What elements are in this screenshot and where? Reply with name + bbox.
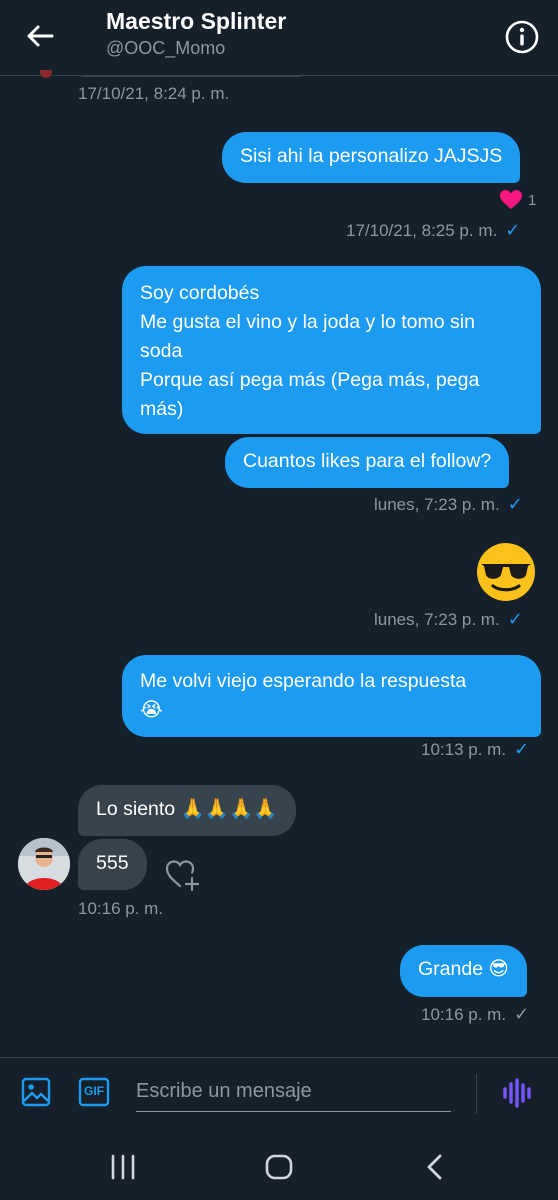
message-timestamp: 10:16 p. m. bbox=[78, 899, 164, 918]
soundwave-icon bbox=[503, 1078, 531, 1108]
add-image-button[interactable] bbox=[20, 1076, 52, 1108]
checkmark-icon: ✓ bbox=[507, 494, 523, 514]
avatar-image bbox=[18, 838, 70, 890]
outgoing-message[interactable]: Soy cordobés Me gusta el vino y la joda … bbox=[122, 266, 541, 434]
message-input[interactable] bbox=[136, 1072, 451, 1112]
message-line: Me gusta el vino y la joda y lo tomo sin bbox=[140, 311, 475, 333]
incoming-message[interactable]: Lo siento 🙏🙏🙏🙏 bbox=[78, 785, 296, 836]
emoji-message[interactable] bbox=[476, 542, 536, 602]
message-line: Me volvi viejo esperando la respuesta bbox=[140, 670, 467, 692]
system-navigation-bar bbox=[0, 1127, 558, 1200]
system-back-button[interactable] bbox=[422, 1153, 448, 1181]
reaction-count: 1 bbox=[528, 191, 537, 209]
voice-message-button[interactable] bbox=[500, 1076, 534, 1110]
outgoing-message[interactable]: Cuantos likes para el follow? bbox=[225, 437, 510, 488]
message-text: Sisi ahi la personalizo JAJSJS bbox=[240, 145, 503, 167]
back-button[interactable] bbox=[20, 18, 60, 54]
conversation-handle: @OOC_Momo bbox=[106, 38, 226, 58]
divider bbox=[476, 1074, 477, 1114]
checkmark-icon: ✓ bbox=[507, 609, 523, 629]
add-reaction-button[interactable] bbox=[164, 856, 202, 892]
heart-plus-icon bbox=[165, 860, 200, 892]
message-line: 😭 bbox=[140, 699, 163, 721]
incoming-message[interactable]: 555 bbox=[78, 839, 147, 890]
message-timestamp: 10:13 p. m. bbox=[421, 740, 507, 759]
message-line: Soy cordobés bbox=[140, 282, 260, 304]
message-timestamp: lunes, 7:23 p. m. bbox=[374, 495, 500, 514]
outgoing-message[interactable]: Sisi ahi la personalizo JAJSJS bbox=[222, 132, 521, 183]
image-icon bbox=[21, 1077, 51, 1107]
heart-reaction[interactable]: 1 bbox=[500, 190, 536, 210]
outgoing-message[interactable]: Grande 😎 bbox=[400, 945, 527, 997]
partial-avatar bbox=[40, 70, 52, 78]
recent-apps-button[interactable] bbox=[108, 1154, 138, 1180]
message-timestamp: 17/10/21, 8:25 p. m. bbox=[346, 221, 498, 240]
message-text: Cuantos likes para el follow? bbox=[243, 450, 492, 472]
add-gif-button[interactable]: GIF bbox=[78, 1076, 110, 1108]
recent-apps-icon bbox=[111, 1154, 135, 1180]
message-composer: GIF bbox=[0, 1057, 558, 1127]
checkmark-icon: ✓ bbox=[505, 220, 521, 240]
home-button[interactable] bbox=[264, 1153, 294, 1181]
message-text: Grande 😎 bbox=[418, 958, 509, 980]
avatar[interactable] bbox=[18, 838, 70, 890]
conversation-header: Maestro Splinter @OOC_Momo bbox=[0, 0, 558, 76]
message-text: Lo siento 🙏🙏🙏🙏 bbox=[96, 798, 278, 820]
checkmark-icon: ✓ bbox=[514, 739, 530, 759]
message-timestamp: 17/10/21, 8:24 p. m. bbox=[78, 84, 230, 103]
message-timestamp-row: lunes, 7:23 p. m. ✓ bbox=[374, 609, 523, 630]
checkmark-icon: ✓ bbox=[514, 1004, 530, 1024]
info-icon bbox=[505, 20, 539, 54]
heart-icon bbox=[500, 190, 522, 209]
chevron-left-icon bbox=[427, 1154, 442, 1180]
message-line: Porque así pega más (Pega más, pega bbox=[140, 369, 480, 391]
message-line: soda bbox=[140, 340, 183, 362]
message-timestamp-row: lunes, 7:23 p. m. ✓ bbox=[374, 494, 523, 515]
outgoing-message[interactable]: Me volvi viejo esperando la respuesta 😭 bbox=[122, 655, 541, 737]
home-icon bbox=[265, 1154, 293, 1180]
message-timestamp-row: 10:13 p. m. ✓ bbox=[421, 739, 529, 760]
gif-label: GIF bbox=[84, 1084, 104, 1098]
message-timestamp-row: 17/10/21, 8:25 p. m. ✓ bbox=[346, 220, 520, 241]
sunglasses-emoji-icon bbox=[477, 543, 535, 601]
partial-message-bubble bbox=[78, 72, 304, 77]
info-button[interactable] bbox=[503, 18, 541, 56]
conversation-title[interactable]: Maestro Splinter bbox=[106, 8, 286, 35]
message-line: más) bbox=[140, 398, 184, 420]
message-timestamp: lunes, 7:23 p. m. bbox=[374, 610, 500, 629]
message-text: 555 bbox=[96, 852, 129, 874]
message-timestamp-row: 10:16 p. m. ✓ bbox=[421, 1004, 529, 1025]
message-timestamp: 10:16 p. m. bbox=[421, 1005, 507, 1024]
arrow-left-icon bbox=[27, 25, 54, 47]
